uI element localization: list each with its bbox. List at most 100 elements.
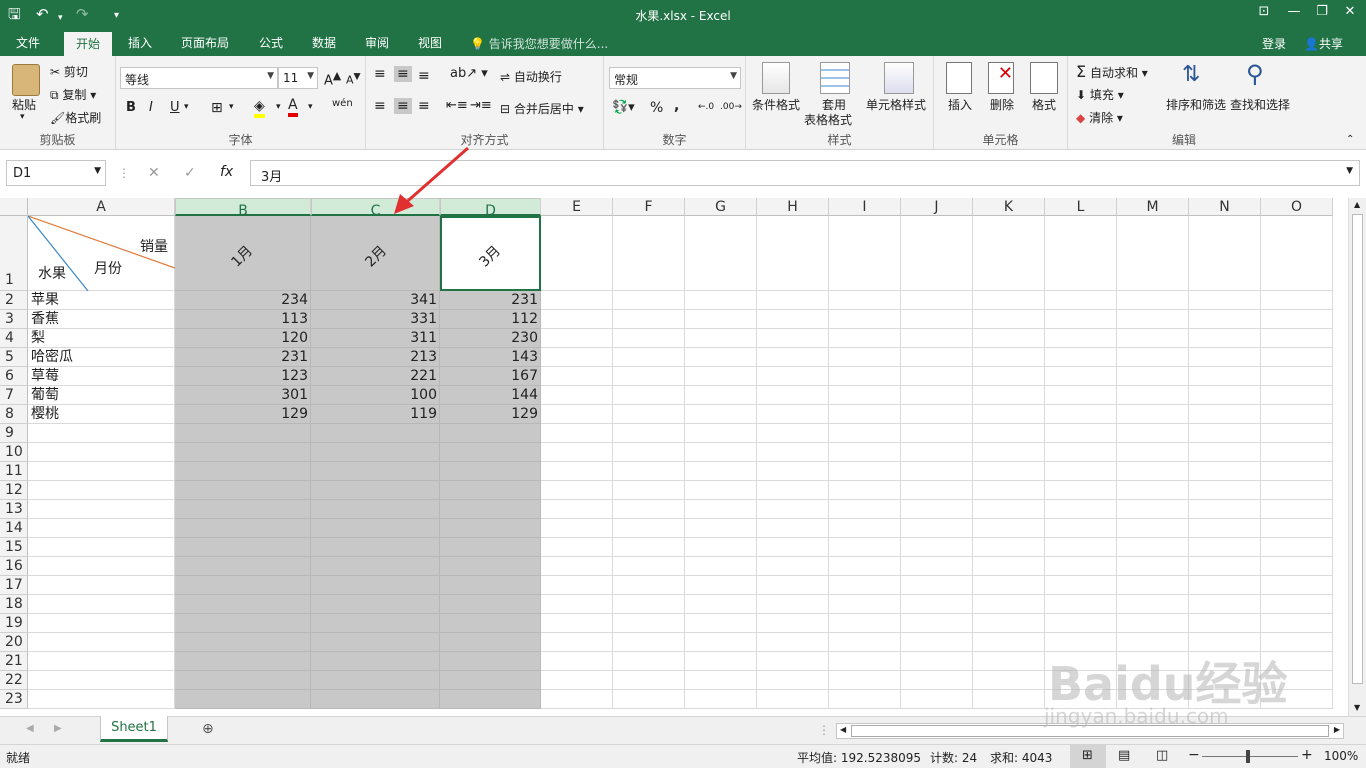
collapse-ribbon-icon[interactable]: ⌃ bbox=[1346, 134, 1354, 145]
tab-data[interactable]: 数据 bbox=[312, 34, 336, 52]
cell-o3[interactable] bbox=[1261, 310, 1333, 329]
copy-button[interactable]: ⧉ 复制 ▾ bbox=[50, 86, 96, 103]
align-right-icon[interactable]: ≡ bbox=[418, 98, 430, 114]
cell-j3[interactable] bbox=[901, 310, 973, 329]
scroll-left-icon[interactable]: ◀ bbox=[840, 725, 846, 734]
cell-h3[interactable] bbox=[757, 310, 829, 329]
cell-l18[interactable] bbox=[1045, 595, 1117, 614]
cell-f17[interactable] bbox=[613, 576, 685, 595]
page-break-view-icon[interactable]: ◫ bbox=[1156, 748, 1168, 763]
delete-cells-button[interactable]: 删除 bbox=[990, 96, 1014, 113]
cell-j12[interactable] bbox=[901, 481, 973, 500]
cell-e22[interactable] bbox=[541, 671, 613, 690]
orientation-icon[interactable]: ab↗ ▾ bbox=[450, 66, 488, 81]
cell-d10[interactable] bbox=[440, 443, 541, 462]
cell-a8[interactable]: 樱桃 bbox=[28, 405, 175, 424]
tab-file[interactable]: 文件 bbox=[16, 34, 40, 52]
cell-n10[interactable] bbox=[1189, 443, 1261, 462]
cell-k21[interactable] bbox=[973, 652, 1045, 671]
cell-j19[interactable] bbox=[901, 614, 973, 633]
cell-o6[interactable] bbox=[1261, 367, 1333, 386]
cell-i20[interactable] bbox=[829, 633, 901, 652]
cell-f23[interactable] bbox=[613, 690, 685, 709]
cell-c21[interactable] bbox=[311, 652, 440, 671]
tell-me-box[interactable]: 💡 告诉我您想要做什么... bbox=[470, 35, 608, 52]
cell-d2[interactable]: 231 bbox=[440, 291, 541, 310]
column-header-g[interactable]: G bbox=[685, 198, 757, 216]
prev-sheet-icon[interactable]: ◀ bbox=[26, 723, 34, 734]
cell-b13[interactable] bbox=[175, 500, 311, 519]
column-header-j[interactable]: J bbox=[901, 198, 973, 216]
cell-f3[interactable] bbox=[613, 310, 685, 329]
cell-d6[interactable]: 167 bbox=[440, 367, 541, 386]
cell-j4[interactable] bbox=[901, 329, 973, 348]
cell-c5[interactable]: 213 bbox=[311, 348, 440, 367]
cell-k8[interactable] bbox=[973, 405, 1045, 424]
decrease-indent-icon[interactable]: ⇤≡ bbox=[446, 98, 468, 113]
cell-e23[interactable] bbox=[541, 690, 613, 709]
underline-button[interactable]: U bbox=[170, 100, 180, 115]
fill-button[interactable]: ⬇ 填充 ▾ bbox=[1076, 86, 1124, 103]
borders-dropdown-icon[interactable]: ▾ bbox=[229, 102, 234, 112]
cell-i13[interactable] bbox=[829, 500, 901, 519]
cell-g17[interactable] bbox=[685, 576, 757, 595]
cell-i1[interactable] bbox=[829, 216, 901, 291]
cell-n9[interactable] bbox=[1189, 424, 1261, 443]
cell-d11[interactable] bbox=[440, 462, 541, 481]
cell-m9[interactable] bbox=[1117, 424, 1189, 443]
cell-f19[interactable] bbox=[613, 614, 685, 633]
row-header-3[interactable]: 3 bbox=[0, 310, 28, 329]
cell-l5[interactable] bbox=[1045, 348, 1117, 367]
cell-h6[interactable] bbox=[757, 367, 829, 386]
cell-n3[interactable] bbox=[1189, 310, 1261, 329]
cell-l8[interactable] bbox=[1045, 405, 1117, 424]
cell-m5[interactable] bbox=[1117, 348, 1189, 367]
cell-l15[interactable] bbox=[1045, 538, 1117, 557]
cell-styles-button[interactable]: 单元格样式 bbox=[866, 96, 926, 113]
cell-c13[interactable] bbox=[311, 500, 440, 519]
cell-d19[interactable] bbox=[440, 614, 541, 633]
cell-a17[interactable] bbox=[28, 576, 175, 595]
cell-n11[interactable] bbox=[1189, 462, 1261, 481]
cell-j2[interactable] bbox=[901, 291, 973, 310]
row-header-9[interactable]: 9 bbox=[0, 424, 28, 443]
cell-i12[interactable] bbox=[829, 481, 901, 500]
cell-a2[interactable]: 苹果 bbox=[28, 291, 175, 310]
cell-f21[interactable] bbox=[613, 652, 685, 671]
align-top-icon[interactable]: ≡ bbox=[374, 66, 386, 82]
column-header-e[interactable]: E bbox=[541, 198, 613, 216]
cell-c17[interactable] bbox=[311, 576, 440, 595]
cell-k20[interactable] bbox=[973, 633, 1045, 652]
cell-o5[interactable] bbox=[1261, 348, 1333, 367]
cell-a11[interactable] bbox=[28, 462, 175, 481]
cell-j21[interactable] bbox=[901, 652, 973, 671]
cell-o11[interactable] bbox=[1261, 462, 1333, 481]
cell-f2[interactable] bbox=[613, 291, 685, 310]
cell-g18[interactable] bbox=[685, 595, 757, 614]
accounting-format-icon[interactable]: 💱▾ bbox=[612, 100, 635, 115]
cell-g15[interactable] bbox=[685, 538, 757, 557]
cell-a21[interactable] bbox=[28, 652, 175, 671]
column-header-k[interactable]: K bbox=[973, 198, 1045, 216]
cell-m4[interactable] bbox=[1117, 329, 1189, 348]
align-center-icon[interactable]: ≡ bbox=[394, 98, 412, 114]
page-layout-view-icon[interactable]: ▤ bbox=[1118, 748, 1130, 763]
cell-j18[interactable] bbox=[901, 595, 973, 614]
cell-k22[interactable] bbox=[973, 671, 1045, 690]
row-header-7[interactable]: 7 bbox=[0, 386, 28, 405]
login-link[interactable]: 登录 bbox=[1262, 35, 1286, 52]
row-header-8[interactable]: 8 bbox=[0, 405, 28, 424]
row-header-22[interactable]: 22 bbox=[0, 671, 28, 690]
row-header-1[interactable]: 1 bbox=[0, 216, 28, 291]
cell-n16[interactable] bbox=[1189, 557, 1261, 576]
tab-page-layout[interactable]: 页面布局 bbox=[181, 34, 229, 52]
cell-i8[interactable] bbox=[829, 405, 901, 424]
cell-d5[interactable]: 143 bbox=[440, 348, 541, 367]
cell-e3[interactable] bbox=[541, 310, 613, 329]
cell-b11[interactable] bbox=[175, 462, 311, 481]
cell-j8[interactable] bbox=[901, 405, 973, 424]
cell-c16[interactable] bbox=[311, 557, 440, 576]
cell-k6[interactable] bbox=[973, 367, 1045, 386]
cell-m19[interactable] bbox=[1117, 614, 1189, 633]
cell-h11[interactable] bbox=[757, 462, 829, 481]
